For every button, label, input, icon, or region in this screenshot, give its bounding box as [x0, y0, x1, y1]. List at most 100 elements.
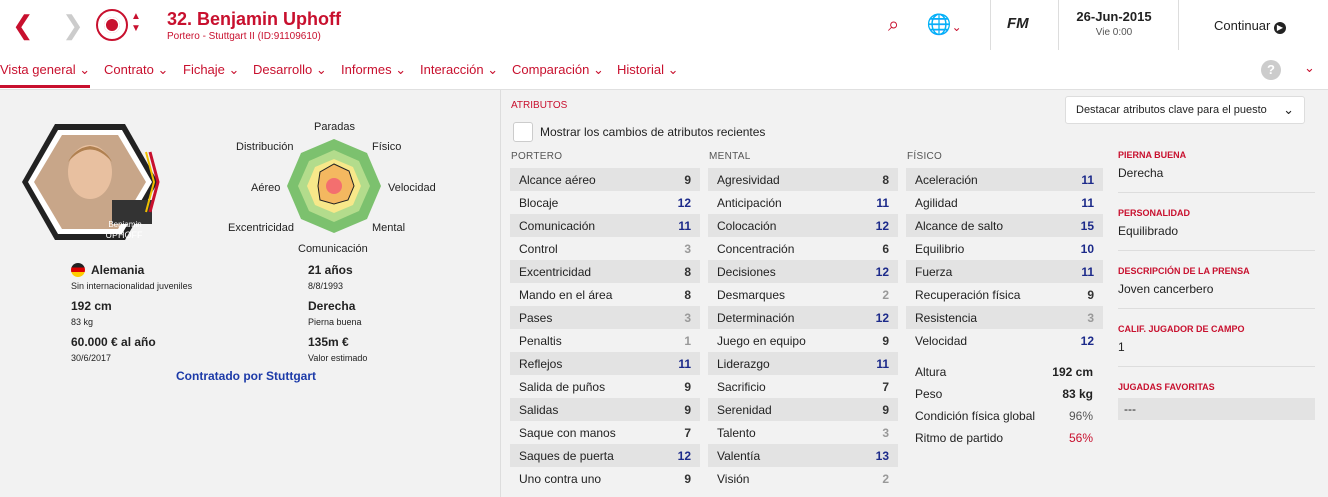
- tab-vista-general[interactable]: Vista general ⌄: [0, 62, 91, 88]
- attribute-row[interactable]: Salidas 9: [510, 398, 700, 421]
- attribute-row[interactable]: Decisiones 12: [708, 260, 898, 283]
- attribute-row[interactable]: Recuperación física 9: [906, 283, 1103, 306]
- info-value: 192 cm: [1052, 365, 1093, 379]
- attribute-row[interactable]: Serenidad 9: [708, 398, 898, 421]
- side-info-block: PERSONALIDAD Equilibrado: [1118, 208, 1315, 251]
- show-changes-label: Mostrar los cambios de atributos recient…: [540, 125, 766, 139]
- attribute-value: 3: [1087, 310, 1094, 325]
- attribute-row[interactable]: Alcance aéreo 9: [510, 168, 700, 191]
- info-value: 83 kg: [1062, 387, 1093, 401]
- attribute-row[interactable]: Pases 3: [510, 306, 700, 329]
- attribute-row[interactable]: Aceleración 11: [906, 168, 1103, 191]
- attribute-row[interactable]: Juego en equipo 9: [708, 329, 898, 352]
- attribute-row[interactable]: Penaltis 1: [510, 329, 700, 352]
- continue-button[interactable]: Continuar ▶: [1214, 18, 1286, 34]
- attribute-row[interactable]: Liderazgo 11: [708, 352, 898, 375]
- fm-logo[interactable]: FM: [1007, 15, 1029, 32]
- player-overview-panel: Benjamin UPHOFF Paradas Físico Velocidad…: [0, 90, 500, 497]
- attribute-row[interactable]: Excentricidad 8: [510, 260, 700, 283]
- attribute-row[interactable]: Concentración 6: [708, 237, 898, 260]
- attribute-name: Uno contra uno: [519, 471, 602, 486]
- chevron-updown-icon[interactable]: ▲ ▼: [131, 11, 141, 35]
- forward-arrow-icon[interactable]: ❯: [62, 10, 84, 40]
- club-badge-icon[interactable]: [96, 9, 128, 41]
- mental-heading: MENTAL: [709, 151, 751, 162]
- attribute-row[interactable]: Control 3: [510, 237, 700, 260]
- attribute-value: 2: [882, 287, 889, 302]
- attribute-row[interactable]: Equilibrio 10: [906, 237, 1103, 260]
- game-date[interactable]: 26-Jun-2015: [1058, 9, 1170, 24]
- attribute-name: Salida de puños: [519, 379, 606, 394]
- attribute-name: Liderazgo: [717, 356, 770, 371]
- help-icon[interactable]: ?: [1261, 60, 1281, 80]
- nationality[interactable]: Alemania: [91, 263, 144, 277]
- attribute-row[interactable]: Uno contra uno 9: [510, 467, 700, 490]
- attribute-row[interactable]: Fuerza 11: [906, 260, 1103, 283]
- info-value: 56%: [1068, 431, 1093, 445]
- attribute-row[interactable]: Saques de puerta 12: [510, 444, 700, 467]
- chevron-down-icon[interactable]: ⌄: [1304, 60, 1315, 76]
- attribute-row[interactable]: Blocaje 12: [510, 191, 700, 214]
- germany-flag-icon: [71, 263, 85, 277]
- chevron-down-icon[interactable]: ⌄: [952, 20, 962, 34]
- attribute-row[interactable]: Agresividad 8: [708, 168, 898, 191]
- tab-fichaje[interactable]: Fichaje ⌄: [183, 62, 239, 78]
- attribute-name: Velocidad: [915, 333, 968, 348]
- tab-comparacion[interactable]: Comparación ⌄: [512, 62, 604, 78]
- attribute-row[interactable]: Sacrificio 7: [708, 375, 898, 398]
- attribute-row[interactable]: Colocación 12: [708, 214, 898, 237]
- attribute-row[interactable]: Salida de puños 9: [510, 375, 700, 398]
- attribute-value: 8: [684, 264, 691, 279]
- chevron-down-icon: ⌄: [1283, 102, 1294, 117]
- attribute-row[interactable]: Talento 3: [708, 421, 898, 444]
- attribute-name: Excentricidad: [519, 264, 592, 279]
- player-subtitle[interactable]: Portero - Stuttgart II (ID:91109610): [167, 31, 321, 42]
- side-info-value: Joven cancerbero: [1118, 282, 1214, 296]
- attribute-value: 6: [882, 241, 889, 256]
- physical-attributes: Aceleración 11 Agilidad 11 Alcance de salto 1…: [906, 168, 1103, 352]
- attribute-value: 11: [876, 195, 889, 210]
- back-arrow-icon[interactable]: ❮: [12, 10, 34, 40]
- side-info-block: JUGADAS FAVORITAS ---: [1118, 382, 1315, 420]
- tab-historial[interactable]: Historial ⌄: [617, 62, 678, 78]
- physical-info-row: Condición física global 96%: [907, 405, 1102, 427]
- attribute-row[interactable]: Reflejos 11: [510, 352, 700, 375]
- physical-info-row: Peso 83 kg: [907, 383, 1102, 405]
- attribute-row[interactable]: Resistencia 3: [906, 306, 1103, 329]
- attribute-row[interactable]: Desmarques 2: [708, 283, 898, 306]
- tab-informes[interactable]: Informes ⌄: [341, 62, 406, 78]
- info-value: 96%: [1068, 409, 1093, 423]
- radar-label: Físico: [372, 141, 402, 153]
- contracted-by-link[interactable]: Contratado por Stuttgart: [176, 369, 316, 383]
- attribute-row[interactable]: Saque con manos 7: [510, 421, 700, 444]
- tab-interaccion[interactable]: Interacción ⌄: [420, 62, 498, 78]
- globe-icon[interactable]: 🌐: [927, 14, 952, 36]
- attribute-value: 3: [684, 241, 691, 256]
- attribute-row[interactable]: Anticipación 11: [708, 191, 898, 214]
- attribute-row[interactable]: Comunicación 11: [510, 214, 700, 237]
- side-info-value: ---: [1118, 398, 1315, 420]
- age: 21 años: [308, 263, 353, 277]
- attribute-row[interactable]: Velocidad 12: [906, 329, 1103, 352]
- attribute-value: 7: [882, 379, 889, 394]
- attribute-row[interactable]: Visión 2: [708, 467, 898, 490]
- info-label: Ritmo de partido: [915, 431, 1004, 445]
- attribute-row[interactable]: Agilidad 11: [906, 191, 1103, 214]
- attribute-name: Penaltis: [519, 333, 562, 348]
- attribute-row[interactable]: Valentía 13: [708, 444, 898, 467]
- search-icon[interactable]: ⌕: [888, 14, 899, 36]
- attribute-value: 9: [684, 379, 691, 394]
- portrait-last-name: UPHOFF: [105, 230, 143, 240]
- attribute-row[interactable]: Determinación 12: [708, 306, 898, 329]
- show-changes-checkbox[interactable]: [513, 122, 533, 142]
- radar-label: Aéreo: [251, 182, 281, 194]
- page-title: 32. Benjamin Uphoff: [167, 9, 342, 29]
- attribute-row[interactable]: Mando en el área 8: [510, 283, 700, 306]
- highlight-dropdown[interactable]: Destacar atributos clave para el puesto ⌄: [1065, 96, 1305, 124]
- tab-desarrollo[interactable]: Desarrollo ⌄: [253, 62, 327, 78]
- radar-label: Distribución: [236, 141, 294, 153]
- attribute-row[interactable]: Alcance de salto 15: [906, 214, 1103, 237]
- tab-contrato[interactable]: Contrato ⌄: [104, 62, 168, 78]
- attribute-value: 11: [876, 356, 889, 371]
- radar-label: Excentricidad: [228, 222, 295, 234]
